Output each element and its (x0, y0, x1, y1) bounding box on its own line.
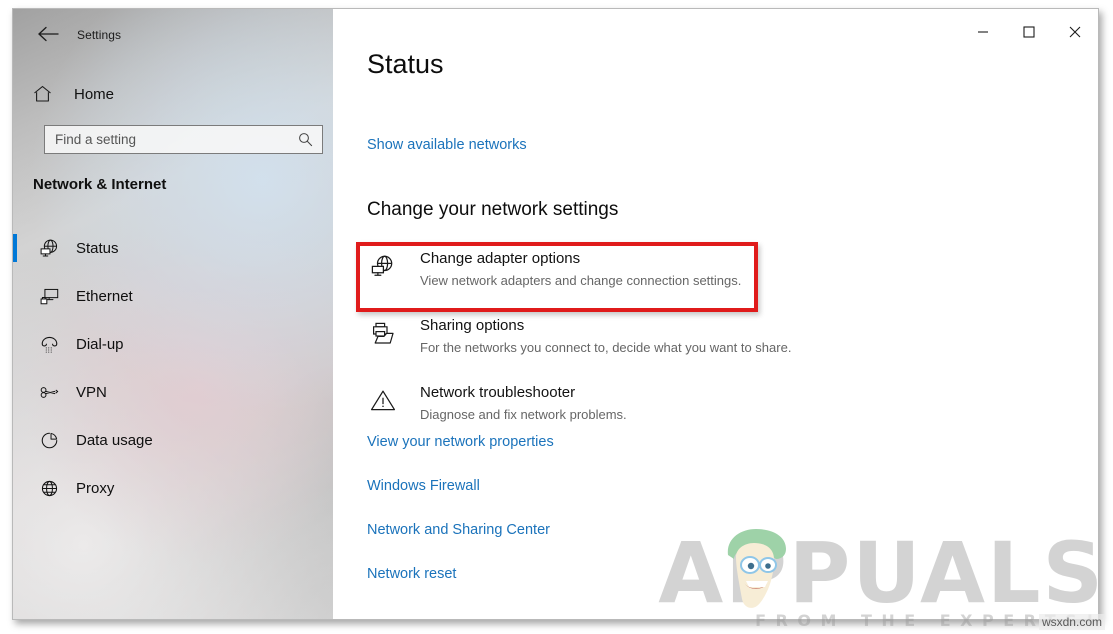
sidebar-item-proxy[interactable]: Proxy (13, 464, 333, 512)
setting-row-change-adapter-options[interactable]: Change adapter options View network adap… (367, 249, 987, 291)
telephone-icon (37, 332, 61, 356)
show-available-networks-link[interactable]: Show available networks (367, 137, 527, 153)
home-icon (33, 85, 59, 103)
network-and-sharing-center-link[interactable]: Network and Sharing Center (367, 522, 554, 538)
search-box[interactable] (44, 125, 323, 154)
sidebar: Settings Home Find a setting Network & I… (13, 9, 333, 619)
vpn-key-icon (37, 380, 61, 404)
warning-triangle-icon (367, 385, 399, 417)
close-icon[interactable] (1052, 9, 1098, 55)
setting-row-title: Sharing options (420, 317, 525, 334)
minimize-icon[interactable] (960, 9, 1006, 55)
settings-rows: Change adapter options View network adap… (367, 249, 987, 450)
sidebar-section-title: Network & Internet (33, 176, 167, 193)
window-controls (960, 9, 1098, 55)
sidebar-item-label: Status (76, 239, 119, 257)
sidebar-home-label: Home (74, 85, 115, 103)
app-title: Settings (77, 28, 122, 42)
setting-row-title: Change adapter options (420, 250, 581, 267)
sidebar-nav: Status Ethernet Dial-up VPN Data usage P… (13, 224, 333, 512)
search-input[interactable] (45, 126, 292, 153)
setting-row-sharing-options[interactable]: Sharing options For the networks you con… (367, 316, 987, 358)
bottom-links: View your network properties Windows Fir… (367, 434, 554, 610)
network-reset-link[interactable]: Network reset (367, 566, 554, 582)
section-heading: Change your network settings (367, 199, 619, 220)
pie-chart-icon (37, 428, 61, 452)
sidebar-item-home[interactable]: Home (33, 79, 114, 109)
sidebar-item-label: Data usage (76, 431, 153, 449)
sidebar-item-status[interactable]: Status (13, 224, 333, 272)
sidebar-item-label: Ethernet (76, 287, 133, 305)
maximize-icon[interactable] (1006, 9, 1052, 55)
sidebar-item-label: VPN (76, 383, 107, 401)
search-icon[interactable] (292, 132, 322, 147)
view-network-properties-link[interactable]: View your network properties (367, 434, 554, 450)
setting-row-title: Network troubleshooter (420, 384, 576, 401)
sidebar-item-label: Dial-up (76, 335, 124, 353)
sidebar-item-vpn[interactable]: VPN (13, 368, 333, 416)
setting-row-subtitle: Diagnose and fix network problems. (420, 407, 627, 422)
settings-window: Settings Home Find a setting Network & I… (12, 8, 1099, 620)
windows-firewall-link[interactable]: Windows Firewall (367, 478, 554, 494)
sidebar-item-data-usage[interactable]: Data usage (13, 416, 333, 464)
sidebar-item-ethernet[interactable]: Ethernet (13, 272, 333, 320)
setting-row-network-troubleshooter[interactable]: Network troubleshooter Diagnose and fix … (367, 383, 987, 425)
main-content: Status Show available networks Change yo… (333, 9, 1098, 619)
globe-network-icon (37, 236, 61, 260)
globe-icon (37, 476, 61, 500)
network-adapter-icon (367, 251, 399, 283)
sidebar-item-dial-up[interactable]: Dial-up (13, 320, 333, 368)
back-arrow-icon[interactable] (33, 21, 63, 47)
setting-row-subtitle: View network adapters and change connect… (420, 273, 742, 288)
ethernet-icon (37, 284, 61, 308)
sharing-printer-folder-icon (367, 318, 399, 350)
screenshot-root: Settings Home Find a setting Network & I… (0, 0, 1113, 634)
page-title: Status (367, 49, 444, 79)
setting-row-subtitle: For the networks you connect to, decide … (420, 340, 792, 355)
sidebar-item-label: Proxy (76, 479, 115, 497)
title-bar-left: Settings (13, 9, 333, 57)
